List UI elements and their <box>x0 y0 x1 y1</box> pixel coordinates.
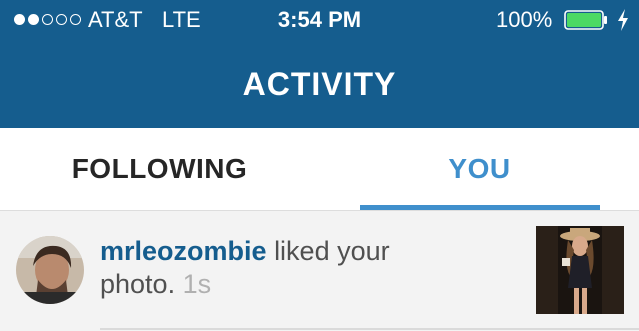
tab-following[interactable]: FOLLOWING <box>0 128 319 210</box>
status-bar: AT&T LTE 3:54 PM 100% <box>0 0 639 40</box>
timestamp: 1s <box>182 269 212 299</box>
activity-text: mrleozombie liked your photo. 1s <box>100 235 430 301</box>
avatar[interactable] <box>16 236 84 304</box>
charging-bolt-icon <box>618 9 628 31</box>
liked-photo-thumbnail[interactable] <box>536 226 624 314</box>
battery-percentage: 100% <box>496 7 553 32</box>
selected-tab-indicator <box>360 205 600 210</box>
page-title: ACTIVITY <box>242 66 397 102</box>
top-bar: AT&T LTE 3:54 PM 100% ACTIVITY <box>0 0 639 128</box>
tab-you[interactable]: YOU <box>320 128 639 210</box>
activity-tabs: FOLLOWING YOU <box>0 128 639 211</box>
battery-icon <box>564 10 607 30</box>
username-link[interactable]: mrleozombie <box>100 236 267 266</box>
photo-thumbnail-icon <box>536 226 624 314</box>
activity-item[interactable]: mrleozombie liked your photo. 1s <box>0 211 639 331</box>
row-divider <box>100 328 639 330</box>
profile-photo-icon <box>16 236 84 304</box>
